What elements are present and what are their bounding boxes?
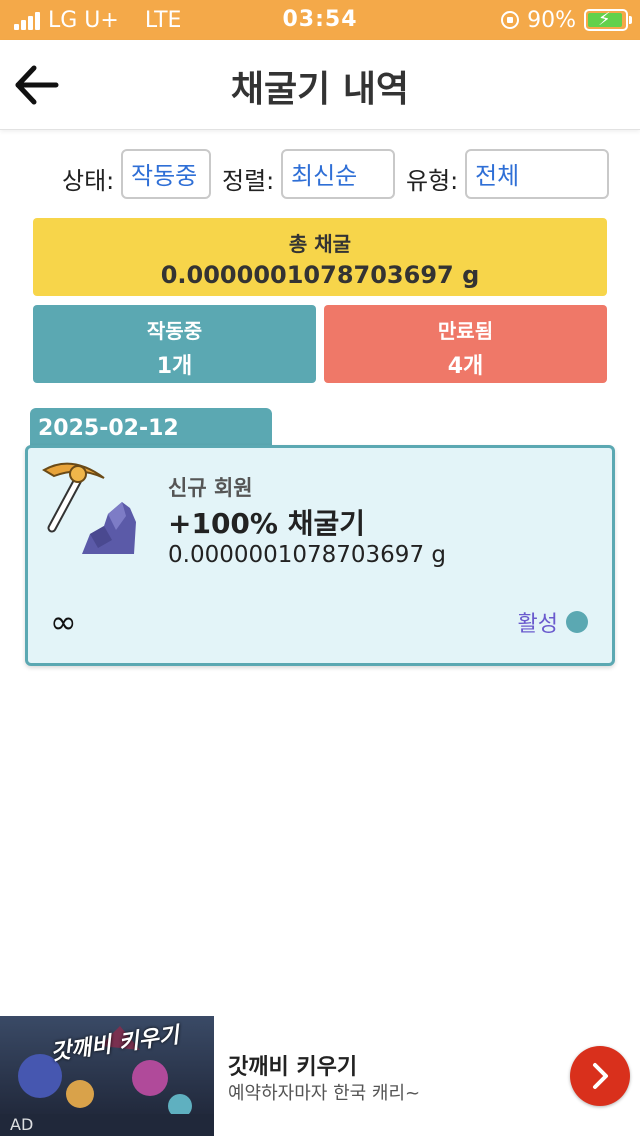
expired-count-value: 4개 xyxy=(447,354,484,379)
rotation-lock-icon xyxy=(501,11,520,29)
ad-description: 예약하자마자 한국 캐리~ xyxy=(228,1083,421,1104)
record-amount: 0.0000001078703697 g xyxy=(168,542,446,568)
ad-thumbnail[interactable]: 갓깨비 키우기 AD xyxy=(0,1016,214,1136)
pickaxe-icon xyxy=(42,462,136,554)
infinity-icon: ∞ xyxy=(50,603,77,641)
active-count-label: 작동중 xyxy=(146,319,203,343)
status-filter-select[interactable]: 작동중 xyxy=(121,149,211,199)
total-mining-box: 총 채굴 0.0000001078703697 g xyxy=(33,218,607,296)
type-filter-label: 유형: xyxy=(406,167,459,195)
expired-count-box: 만료됨 4개 xyxy=(324,305,607,383)
record-status-label: 활성 xyxy=(517,612,558,637)
status-filter-label: 상태: xyxy=(62,167,115,195)
miner-record-card[interactable]: 신규 회원 +100% 채굴기 0.0000001078703697 g ∞ 활… xyxy=(25,445,615,666)
chevron-right-icon xyxy=(593,1063,608,1089)
expired-count-label: 만료됨 xyxy=(437,319,494,343)
battery-icon: ⚡ xyxy=(584,9,632,31)
total-mining-value: 0.0000001078703697 g xyxy=(160,261,480,289)
record-status: 활성 xyxy=(518,606,588,638)
record-title: +100% 채굴기 xyxy=(168,507,365,540)
total-mining-label: 총 채굴 xyxy=(288,232,352,256)
active-count-box: 작동중 1개 xyxy=(33,305,316,383)
type-filter-select[interactable]: 전체 xyxy=(465,149,609,199)
battery-percent: 90% xyxy=(527,7,576,33)
record-subtitle: 신규 회원 xyxy=(168,476,253,500)
record-date-tab: 2025-02-12 21:13:35 xyxy=(30,408,272,483)
ad-tag: AD xyxy=(10,1115,34,1134)
ad-banner[interactable]: 갓깨비 키우기 AD 갓깨비 키우기 예약하자마자 한국 캐리~ xyxy=(0,1016,640,1136)
status-bar: LG U+ LTE 03:54 90% ⚡ xyxy=(0,0,640,40)
status-dot-icon xyxy=(566,611,588,633)
filter-bar: 상태: 작동중 정렬: 최신순 유형: 전체 xyxy=(0,149,640,203)
ad-open-button[interactable] xyxy=(570,1046,630,1106)
active-count-value: 1개 xyxy=(156,354,193,379)
page-title: 채굴기 내역 xyxy=(230,69,410,110)
status-right: 90% ⚡ xyxy=(501,0,632,40)
ad-title[interactable]: 갓깨비 키우기 xyxy=(228,1049,357,1081)
sort-filter-label: 정렬: xyxy=(222,167,275,195)
header: 채굴기 내역 xyxy=(0,40,640,130)
sort-filter-select[interactable]: 최신순 xyxy=(281,149,395,199)
